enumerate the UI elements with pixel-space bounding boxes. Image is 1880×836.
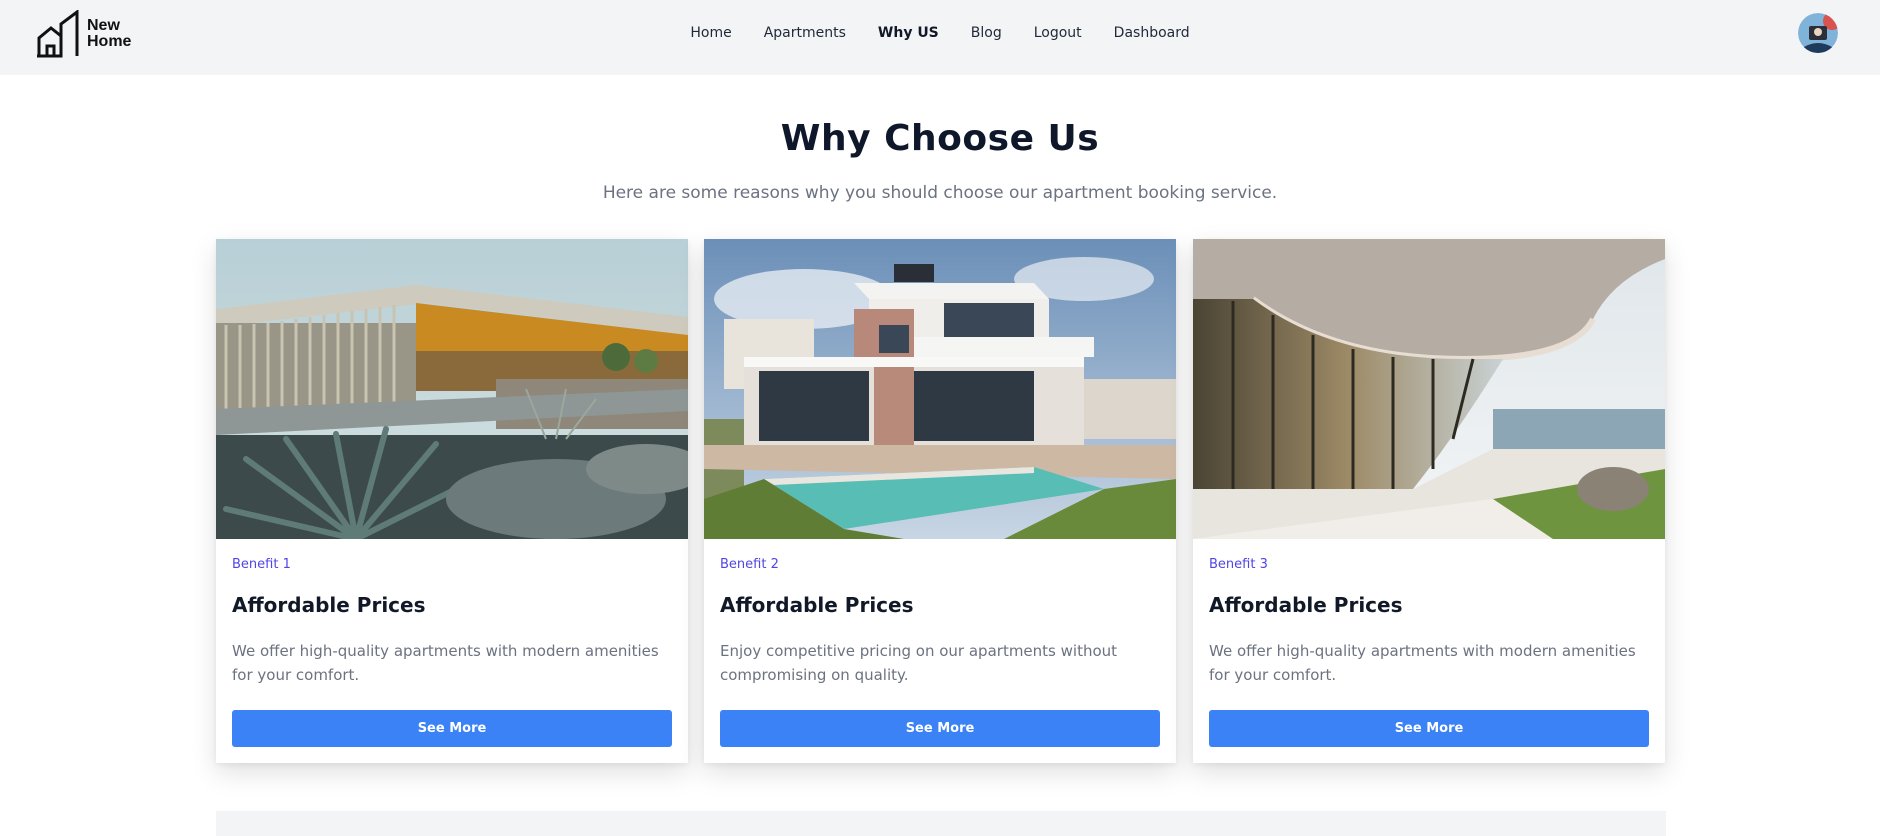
- logo-text: New Home: [87, 18, 131, 50]
- user-avatar[interactable]: [1798, 13, 1838, 53]
- section-subtitle: Here are some reasons why you should cho…: [602, 183, 1278, 203]
- nav-blog[interactable]: Blog: [971, 25, 1002, 41]
- house-logo-icon: [37, 10, 79, 58]
- card-2-title: Affordable Prices: [720, 593, 914, 617]
- logo-link[interactable]: New Home: [37, 8, 131, 60]
- card-2-see-more-button[interactable]: See More: [720, 710, 1160, 747]
- nav-home[interactable]: Home: [690, 25, 731, 41]
- card-3-description: We offer high-quality apartments with mo…: [1209, 642, 1636, 684]
- main-nav: Home Apartments Why US Blog Logout Dashb…: [0, 0, 1880, 66]
- card-1-title: Affordable Prices: [232, 593, 426, 617]
- nav-apartments[interactable]: Apartments: [764, 25, 846, 41]
- logo-line-2: Home: [87, 33, 132, 50]
- card-1-description: We offer high-quality apartments with mo…: [232, 642, 659, 684]
- card-2-description: Enjoy competitive pricing on our apartme…: [720, 642, 1118, 684]
- card-3-title: Affordable Prices: [1209, 593, 1403, 617]
- card-1-tag: Benefit 1: [232, 557, 291, 572]
- card-2-tag: Benefit 2: [720, 557, 779, 572]
- card-2-image: [704, 239, 1176, 539]
- card-3-see-more-button[interactable]: See More: [1209, 710, 1649, 747]
- next-section-strip: [216, 811, 1666, 836]
- site-header: New Home Home Apartments Why US Blog Log…: [0, 0, 1880, 75]
- card-3-tag: Benefit 3: [1209, 557, 1268, 572]
- nav-why-us[interactable]: Why US: [878, 25, 939, 41]
- benefit-card-1: Benefit 1 Affordable Prices We offer hig…: [216, 239, 688, 763]
- benefit-card-3: Benefit 3 Affordable Prices We offer hig…: [1193, 239, 1665, 763]
- card-1-see-more-button[interactable]: See More: [232, 710, 672, 747]
- benefit-card-2: Benefit 2 Affordable Prices Enjoy compet…: [704, 239, 1176, 763]
- user-avatar-icon: [1798, 13, 1838, 53]
- card-1-image: [216, 239, 688, 539]
- nav-logout[interactable]: Logout: [1034, 25, 1082, 41]
- nav-dashboard[interactable]: Dashboard: [1114, 25, 1190, 41]
- card-3-image: [1193, 239, 1665, 539]
- logo-line-1: New: [87, 17, 120, 34]
- nav-list: Home Apartments Why US Blog Logout Dashb…: [690, 25, 1189, 41]
- section-title: Why Choose Us: [780, 118, 1100, 159]
